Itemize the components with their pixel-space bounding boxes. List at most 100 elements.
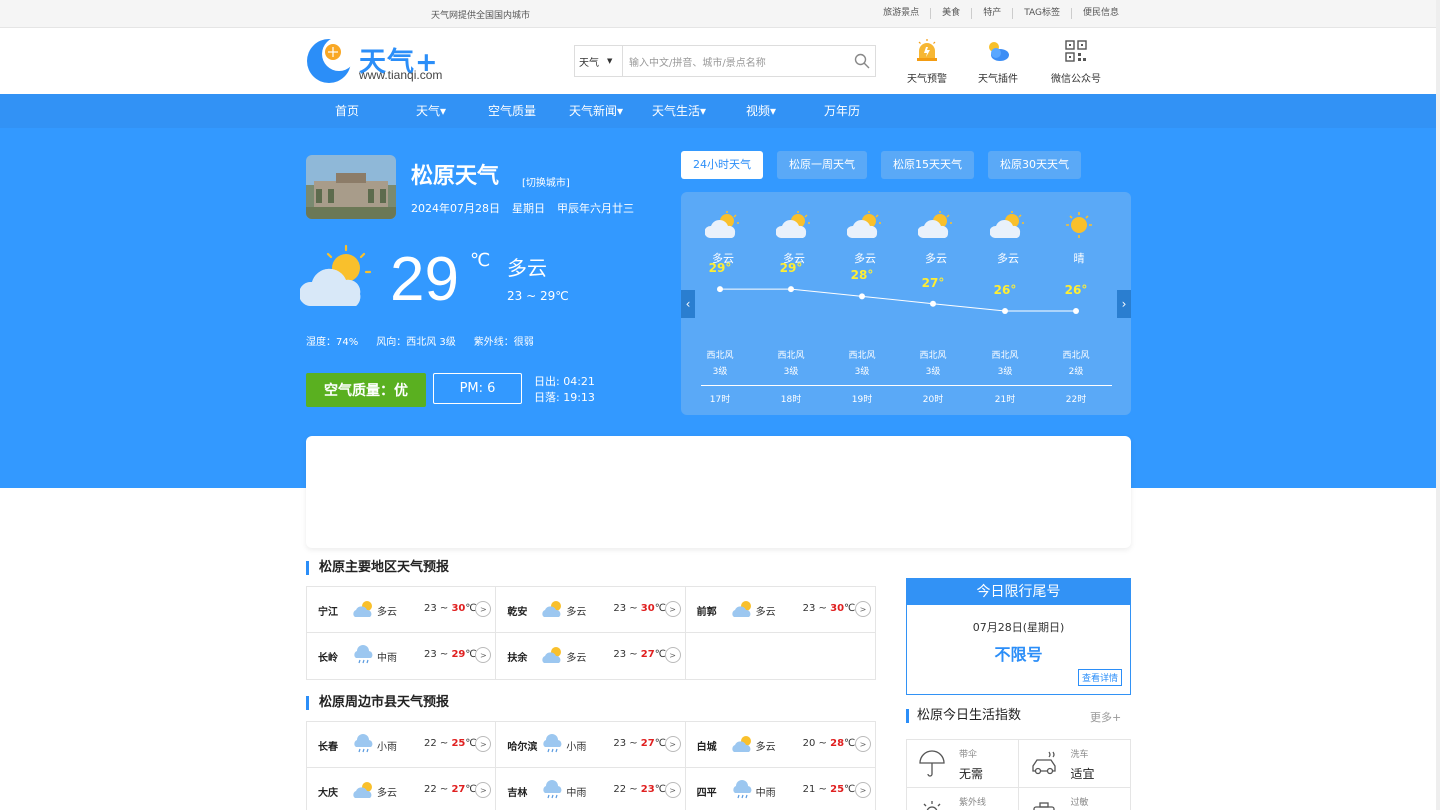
top-link-specialty[interactable]: 特产 <box>971 8 1012 19</box>
tab-15day[interactable]: 松原15天天气 <box>881 151 974 179</box>
partly-cloudy-icon <box>693 210 753 244</box>
life-value: 适宜 <box>1070 767 1095 781</box>
nav-video[interactable]: 视频▾ <box>720 94 802 128</box>
nav-air-quality[interactable]: 空气质量 <box>471 94 553 128</box>
hourly-condition: 多云 <box>997 252 1019 265</box>
city-forecast-cell[interactable]: 宁江 多云 23 ~ 30℃ > <box>307 587 497 632</box>
city-condition: 中雨 <box>377 653 397 664</box>
hourly-time: 19时 <box>851 395 873 405</box>
site-logo[interactable]: 天气+ www.tianqi.com <box>306 37 456 84</box>
umbrella-icon <box>919 750 945 777</box>
hourly-temp-point <box>1073 308 1079 314</box>
chevron-right-icon[interactable]: > <box>664 601 681 617</box>
weather-alert-link[interactable]: 天气预警 <box>897 38 957 85</box>
city-temp-range: 23 ~ 29℃ <box>424 649 477 660</box>
search-icon[interactable] <box>849 48 875 74</box>
city-forecast-cell[interactable]: 四平 中雨 21 ~ 25℃ > <box>686 768 875 810</box>
partly-cloudy-icon <box>353 779 375 801</box>
hourly-condition: 多云 <box>854 252 876 265</box>
life-item-uv[interactable]: 紫外线 <box>907 788 1019 810</box>
city-name: 四平 <box>696 788 717 799</box>
hourly-temp-label: 27° <box>921 275 945 290</box>
rain-icon <box>353 644 375 666</box>
chevron-right-icon[interactable]: > <box>475 782 492 798</box>
wechat-link[interactable]: 微信公众号 <box>1046 38 1106 85</box>
chevron-right-icon[interactable]: > <box>475 736 492 752</box>
city-temp-range: 23 ~ 30℃ <box>802 603 856 614</box>
main-areas-title: 松原主要地区天气预报 <box>306 561 449 575</box>
city-forecast-cell[interactable]: 哈尔滨 小雨 23 ~ 27℃ > <box>496 722 686 767</box>
forecast-tabs: 24小时天气 松原一周天气 松原15天天气 松原30天天气 <box>681 151 1081 179</box>
partly-cloudy-icon <box>732 598 754 620</box>
city-forecast-cell[interactable]: 白城 多云 20 ~ 28℃ > <box>686 722 875 767</box>
city-name: 宁江 <box>318 607 338 618</box>
chevron-right-icon[interactable]: > <box>854 782 871 798</box>
hourly-temp-label: 29° <box>708 261 732 276</box>
limit-more-button[interactable]: 查看详情 <box>1077 669 1122 686</box>
chevron-right-icon[interactable]: > <box>854 736 871 752</box>
scrollbar[interactable] <box>1436 0 1440 810</box>
hourly-item: 多云 <box>978 210 1038 266</box>
partly-cloudy-icon <box>300 244 372 306</box>
top-link-tags[interactable]: TAG标签 <box>1012 8 1071 19</box>
life-item-carwash[interactable]: 洗车 适宜 <box>1019 740 1131 787</box>
sun-times: 日出: 04:21 日落: 19:13 <box>534 374 595 406</box>
allergy-icon <box>1032 802 1055 810</box>
top-link-info[interactable]: 便民信息 <box>1070 8 1130 19</box>
city-forecast-cell[interactable]: 大庆 多云 22 ~ 27℃ > <box>307 768 497 810</box>
city-temp-range: 23 ~ 30℃ <box>424 603 477 614</box>
city-temp-range: 22 ~ 25℃ <box>424 738 477 749</box>
tab-week[interactable]: 松原一周天气 <box>777 151 867 179</box>
chevron-right-icon[interactable]: > <box>475 647 492 663</box>
nav-weather[interactable]: 天气▾ <box>390 94 472 128</box>
city-forecast-cell[interactable]: 前郭 多云 23 ~ 30℃ > <box>686 587 875 632</box>
rain-icon <box>732 779 754 801</box>
forecast-row: 长春 小雨 22 ~ 25℃ > 哈尔滨 小雨 23 ~ 27℃ > 白城 多云 20 ~ 28℃ > <box>307 722 875 768</box>
life-key: 过敏 <box>1070 798 1089 808</box>
nav-life[interactable]: 天气生活▾ <box>638 94 720 128</box>
search-input[interactable]: 输入中文/拼音、城市/景点名称 <box>623 54 849 69</box>
city-forecast-cell[interactable]: 乾安 多云 23 ~ 30℃ > <box>496 587 686 632</box>
hourly-wind: 西北风 2级 <box>1062 351 1090 377</box>
city-forecast-cell[interactable]: 扶余 多云 23 ~ 27℃ > <box>496 633 686 679</box>
chevron-right-icon[interactable]: > <box>664 647 681 663</box>
hourly-time: 21时 <box>994 395 1016 405</box>
hourly-time: 17时 <box>709 395 731 405</box>
logo-moon-icon <box>307 37 356 83</box>
hourly-temp-label: 26° <box>1064 283 1088 297</box>
city-forecast-cell[interactable]: 吉林 中雨 22 ~ 23℃ > <box>496 768 686 810</box>
tab-24h[interactable]: 24小时天气 <box>681 151 763 179</box>
city-forecast-cell[interactable]: 长岭 中雨 23 ~ 29℃ > <box>307 633 497 679</box>
chevron-right-icon[interactable]: > <box>664 782 681 798</box>
city-name: 前郭 <box>696 607 717 618</box>
top-link-food[interactable]: 美食 <box>930 8 971 19</box>
chevron-right-icon[interactable]: > <box>475 601 492 617</box>
life-key: 洗车 <box>1070 750 1089 760</box>
weather-plugin-link[interactable]: 天气插件 <box>968 38 1028 85</box>
city-temp-range: 23 ~ 27℃ <box>613 738 666 749</box>
uv-index: 紫外线：很弱 <box>473 337 534 348</box>
nav-news[interactable]: 天气新闻▾ <box>555 94 637 128</box>
partly-cloudy-icon <box>835 210 895 244</box>
life-index-title: 松原今日生活指数 <box>906 709 1021 723</box>
switch-city-link[interactable]: [切换城市] <box>522 174 570 189</box>
search-type-select[interactable]: 天气 ▼ <box>575 46 623 76</box>
life-item-umbrella[interactable]: 带伞 无需 <box>907 740 1019 787</box>
city-condition: 小雨 <box>566 742 587 753</box>
forecast-row: 长岭 中雨 23 ~ 29℃ > 扶余 多云 23 ~ 27℃ > <box>307 633 875 679</box>
chevron-right-icon[interactable]: > <box>664 736 681 752</box>
chevron-right-icon[interactable]: > <box>854 601 871 617</box>
life-item-allergy[interactable]: 过敏 <box>1019 788 1131 810</box>
nav-home[interactable]: 首页 <box>306 94 388 128</box>
air-quality-badge[interactable]: 空气质量：优 <box>306 373 426 407</box>
hourly-wind: 西北风 3级 <box>848 351 876 377</box>
hourly-time: 22时 <box>1065 395 1087 405</box>
city-forecast-cell[interactable]: 长春 小雨 22 ~ 25℃ > <box>307 722 497 767</box>
hourly-item: 晴 <box>1049 210 1109 266</box>
life-more-link[interactable]: 更多+ <box>1090 709 1121 725</box>
date-line: 2024年07月28日 星期日 甲辰年六月廿三 <box>411 200 634 216</box>
tab-30day[interactable]: 松原30天天气 <box>988 151 1081 179</box>
sunset: 日落: 19:13 <box>534 391 595 404</box>
top-link-travel[interactable]: 旅游景点 <box>872 8 930 19</box>
nav-calendar[interactable]: 万年历 <box>801 94 883 128</box>
